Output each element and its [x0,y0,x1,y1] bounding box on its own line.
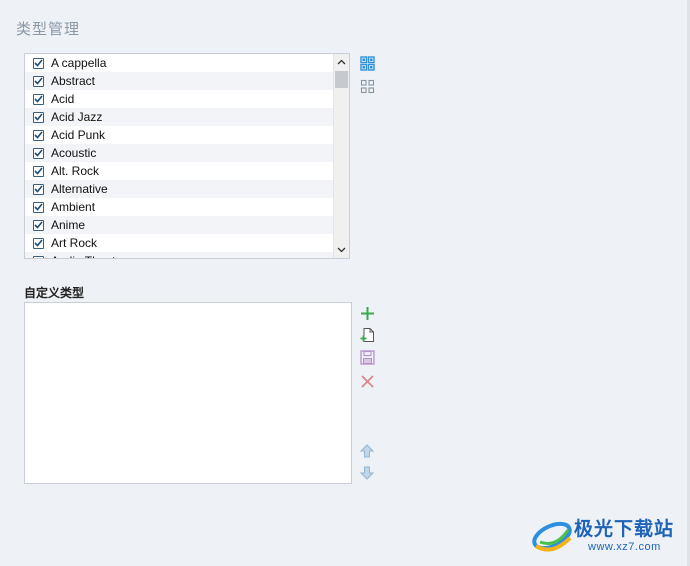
genre-row[interactable]: Anime [25,216,333,234]
genre-row[interactable]: Ambient [25,198,333,216]
genre-label: Acid Jazz [51,110,103,124]
genre-label: Art Rock [51,236,98,250]
genre-row[interactable]: Acid Punk [25,126,333,144]
new-file-icon[interactable] [359,327,375,343]
genre-row[interactable]: Abstract [25,72,333,90]
genre-checkbox[interactable] [33,237,44,249]
genre-checkbox[interactable] [33,93,44,105]
genre-label: Audio Theatre [51,254,126,258]
genre-checkbox[interactable] [33,129,44,141]
delete-icon[interactable] [359,373,375,389]
genre-list[interactable]: A cappella Abstract Acid Acid Jazz Acid Punk… [24,53,350,259]
genre-row[interactable]: Acid [25,90,333,108]
scroll-thumb[interactable] [335,71,348,88]
genre-label: Ambient [51,200,96,214]
move-up-icon[interactable] [359,443,375,459]
scroll-down-icon[interactable] [334,242,349,258]
watermark-logo-icon [532,521,572,552]
watermark: 极光下载站 www.xz7.com [530,510,690,560]
genre-row[interactable]: Alt. Rock [25,162,333,180]
add-icon[interactable] [359,305,375,321]
genre-label: Anime [51,218,86,232]
watermark-text: 极光下载站 [574,519,675,540]
custom-genre-list[interactable] [24,302,352,484]
genre-rows: A cappella Abstract Acid Acid Jazz Acid Punk… [25,54,333,258]
check-all-icon[interactable] [359,55,375,71]
genre-list-scrollbar[interactable] [333,54,349,258]
genre-checkbox[interactable] [33,57,44,69]
genre-checkbox[interactable] [33,219,44,231]
move-down-icon[interactable] [359,465,375,481]
genre-checkbox[interactable] [33,111,44,123]
genre-label: Alternative [51,182,108,196]
genre-label: A cappella [51,56,107,70]
genre-label: Alt. Rock [51,164,100,178]
genre-checkbox[interactable] [33,147,44,159]
genre-row[interactable]: Alternative [25,180,333,198]
genre-checkbox[interactable] [33,183,44,195]
genre-checkbox[interactable] [33,201,44,213]
genre-label: Acid Punk [51,128,106,142]
genre-checkbox[interactable] [33,255,44,258]
genre-row[interactable]: Acoustic [25,144,333,162]
genre-checkbox[interactable] [33,165,44,177]
page-title: 类型管理 [16,21,81,38]
genre-checkbox[interactable] [33,75,44,87]
genre-label: Acoustic [51,146,97,160]
uncheck-all-icon[interactable] [359,78,375,94]
scroll-up-icon[interactable] [334,54,349,70]
save-icon[interactable] [359,349,375,365]
genre-label: Acid [51,92,75,106]
watermark-url: www.xz7.com [588,541,661,553]
genre-row[interactable]: Acid Jazz [25,108,333,126]
genre-row[interactable]: A cappella [25,54,333,72]
custom-genre-label: 自定义类型 [24,286,85,300]
genre-row[interactable]: Audio Theatre [25,252,333,258]
genre-label: Abstract [51,74,96,88]
genre-row[interactable]: Art Rock [25,234,333,252]
